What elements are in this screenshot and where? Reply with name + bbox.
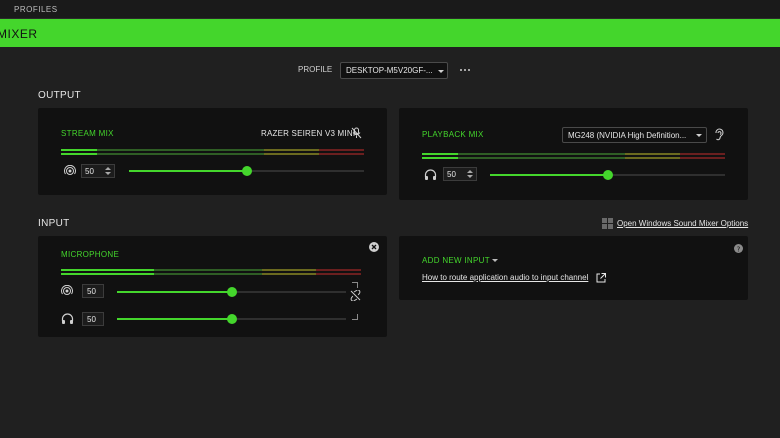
broadcast-icon	[64, 165, 76, 175]
route-audio-help-link[interactable]: How to route application audio to input …	[422, 273, 588, 282]
headphones-icon	[424, 169, 437, 180]
profile-dropdown-value: DESKTOP-M5V20GF-...	[346, 66, 433, 75]
mic-muted-icon[interactable]	[351, 127, 362, 139]
add-new-input-title: ADD NEW INPUT	[422, 256, 490, 265]
output-section-title: OUTPUT	[38, 90, 81, 101]
help-circle-icon[interactable]: ?	[734, 244, 743, 253]
top-bar: PROFILES	[0, 0, 780, 19]
slider-handle[interactable]	[226, 287, 237, 297]
microphone-monitor-volume-slider[interactable]	[117, 314, 346, 324]
external-link-icon[interactable]	[596, 273, 606, 283]
ear-icon[interactable]	[714, 128, 724, 141]
microphone-monitor-volume-value: 50	[87, 315, 96, 324]
stream-mix-volume-slider[interactable]	[129, 166, 364, 176]
stepper-up-icon[interactable]	[467, 170, 473, 173]
profiles-tab[interactable]: PROFILES	[14, 5, 58, 14]
windows-logo-icon	[602, 218, 613, 229]
microphone-stream-volume-slider[interactable]	[117, 287, 346, 297]
playback-mix-volume-value: 50	[447, 170, 456, 179]
playback-mix-title: PLAYBACK MIX	[422, 130, 484, 139]
windows-sound-mixer-link[interactable]: Open Windows Sound Mixer Options	[617, 219, 748, 228]
broadcast-icon	[61, 285, 73, 295]
playback-mix-volume-stepper[interactable]: 50	[443, 167, 477, 181]
chevron-down-icon	[492, 259, 498, 262]
more-horizontal-icon[interactable]	[459, 66, 471, 74]
headphones-icon	[61, 313, 74, 324]
microphone-stream-volume-value: 50	[87, 287, 96, 296]
unlink-icon[interactable]	[350, 290, 361, 301]
playback-mix-volume-slider[interactable]	[490, 170, 725, 180]
playback-device-dropdown[interactable]: MG248 (NVIDIA High Definition...	[562, 127, 707, 143]
stream-mix-level-meter	[61, 149, 364, 155]
link-bracket-top	[352, 282, 358, 288]
profile-label: PROFILE	[298, 65, 333, 74]
microphone-panel: MICROPHONE 50 50	[38, 236, 387, 337]
slider-handle[interactable]	[241, 166, 252, 176]
stepper-down-icon[interactable]	[467, 175, 473, 178]
slider-handle[interactable]	[226, 314, 237, 324]
slider-handle[interactable]	[602, 170, 613, 180]
page-title: MIXER	[0, 27, 38, 41]
close-circle-icon[interactable]	[369, 242, 379, 252]
mixer-header: MIXER	[0, 19, 780, 47]
stepper-up-icon[interactable]	[105, 167, 111, 170]
playback-device-value: MG248 (NVIDIA High Definition...	[568, 131, 687, 140]
microphone-monitor-volume-input[interactable]: 50	[82, 312, 104, 326]
playback-mix-level-meter	[422, 153, 725, 159]
chevron-down-icon	[438, 70, 444, 73]
profile-dropdown[interactable]: DESKTOP-M5V20GF-...	[340, 62, 448, 79]
stream-mix-panel: STREAM MIX RAZER SEIREN V3 MINI 50	[38, 108, 387, 195]
microphone-title: MICROPHONE	[61, 250, 120, 259]
chevron-down-icon	[696, 134, 702, 137]
add-new-input-panel: ? ADD NEW INPUT How to route application…	[399, 236, 748, 300]
microphone-stream-volume-input[interactable]: 50	[82, 284, 104, 298]
stepper-down-icon[interactable]	[105, 172, 111, 175]
add-new-input-dropdown[interactable]: ADD NEW INPUT	[422, 256, 502, 268]
stream-mix-title: STREAM MIX	[61, 129, 114, 138]
input-section-title: INPUT	[38, 218, 70, 229]
stream-mix-device: RAZER SEIREN V3 MINI	[261, 129, 356, 138]
stream-mix-volume-value: 50	[85, 167, 94, 176]
playback-mix-panel: PLAYBACK MIX MG248 (NVIDIA High Definiti…	[399, 108, 748, 200]
link-bracket-bottom	[352, 314, 358, 320]
stream-mix-volume-stepper[interactable]: 50	[81, 164, 115, 178]
svg-text:?: ?	[737, 245, 741, 253]
microphone-level-meter	[61, 269, 361, 275]
